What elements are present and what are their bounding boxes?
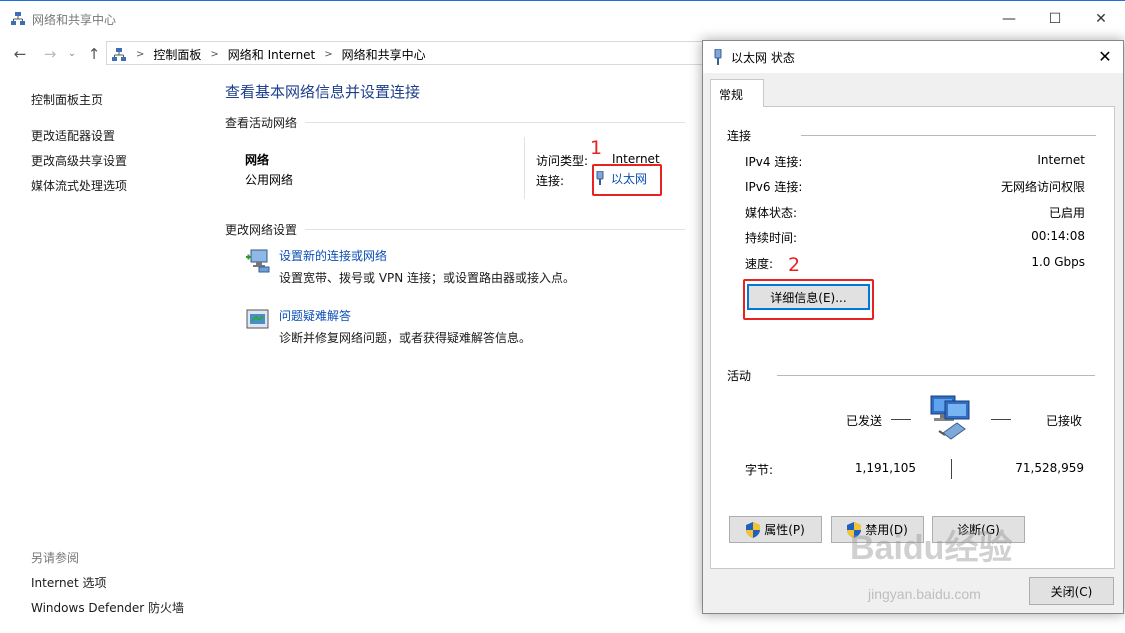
media-streaming-options-link[interactable]: 媒体流式处理选项 (31, 177, 221, 202)
active-networks-label: 查看活动网络 (225, 116, 298, 130)
ipv6-label: IPv6 连接: (745, 180, 803, 194)
bytes-sent-value: 1,191,105 (854, 461, 916, 475)
maximize-button[interactable]: ☐ (1032, 7, 1078, 31)
close-button[interactable]: ✕ (1078, 7, 1124, 31)
chevron-right-icon[interactable]: > (136, 49, 144, 60)
internet-options-link[interactable]: Internet 选项 (31, 574, 221, 599)
close-dialog-button[interactable]: 关闭(C) (1029, 577, 1114, 605)
annotation-number-1: 1 (590, 137, 603, 159)
chevron-right-icon[interactable]: > (324, 49, 332, 60)
duration-label: 持续时间: (745, 231, 798, 245)
ipv4-label: IPv4 连接: (745, 155, 803, 169)
window-title: 网络和共享中心 (32, 13, 117, 27)
left-navigation: 控制面板主页 更改适配器设置 更改高级共享设置 媒体流式处理选项 (31, 91, 221, 202)
bytes-divider (951, 459, 952, 479)
media-state-value: 已启用 (1048, 206, 1085, 220)
breadcrumb-network-internet[interactable]: 网络和 Internet (228, 46, 315, 63)
annotation-box-2 (743, 279, 874, 320)
annotation-number-2: 2 (788, 254, 801, 276)
sent-line (891, 419, 911, 420)
network-activity-icon (930, 395, 970, 440)
divider (305, 229, 686, 230)
property-row: IPv6 连接: 无网络访问权限 (745, 178, 1085, 196)
network-name: 网络 (245, 153, 270, 167)
setup-new-connection-desc: 设置宽带、拨号或 VPN 连接；或设置路由器或接入点。 (279, 271, 576, 285)
sent-label: 已发送 (846, 414, 883, 428)
back-arrow-icon[interactable]: ← (10, 45, 30, 63)
title-bar: 网络和共享中心 — ☐ ✕ (0, 1, 1125, 37)
properties-button[interactable]: 属性(P) (729, 516, 822, 543)
forward-arrow-icon[interactable]: → (40, 45, 60, 63)
troubleshoot-desc: 诊断并修复网络问题，或者获得疑难解答信息。 (279, 331, 532, 345)
uac-shield-icon (746, 521, 761, 538)
see-also: 另请参阅 Internet 选项 Windows Defender 防火墙 (31, 549, 221, 624)
divider (305, 122, 686, 123)
connection-group-header: 连接 (727, 127, 1097, 144)
chevron-right-icon[interactable]: > (210, 49, 218, 60)
divider (801, 135, 1097, 136)
received-line (991, 419, 1011, 420)
dialog-title-bar: 以太网 状态 ✕ (703, 41, 1123, 73)
active-networks-header: 查看活动网络 (225, 114, 686, 131)
new-connection-icon (246, 249, 270, 273)
breadcrumb-control-panel[interactable]: 控制面板 (153, 46, 201, 63)
dialog-close-icon[interactable]: ✕ (1093, 45, 1117, 69)
received-label: 已接收 (1046, 414, 1083, 428)
recent-chevron-icon[interactable]: ⌄ (62, 45, 82, 63)
baidu-watermark: Baidu经验 (850, 529, 1013, 567)
connection-group-label: 连接 (727, 129, 752, 143)
property-row: 媒体状态: 已启用 (745, 204, 1085, 222)
activity-group-header: 活动 (727, 367, 1096, 384)
ipv4-value: Internet (1037, 153, 1085, 167)
control-panel-icon (112, 47, 126, 61)
address-bar[interactable]: > 控制面板 > 网络和 Internet > 网络和共享中心 (106, 41, 706, 65)
change-advanced-sharing-link[interactable]: 更改高级共享设置 (31, 152, 221, 177)
troubleshoot-icon (246, 309, 269, 329)
change-settings-label: 更改网络设置 (225, 223, 298, 237)
bytes-label: 字节: (745, 463, 774, 477)
change-adapter-settings-link[interactable]: 更改适配器设置 (31, 127, 221, 152)
control-panel-home-link[interactable]: 控制面板主页 (31, 91, 221, 116)
dialog-title: 以太网 状态 (731, 51, 795, 65)
tab-general[interactable]: 常规 (710, 79, 764, 107)
page-title: 查看基本网络信息并设置连接 (225, 83, 421, 101)
general-panel: 连接 IPv4 连接: Internet IPv6 连接: 无网络访问权限 媒体… (710, 106, 1115, 569)
breadcrumb-network-sharing-center[interactable]: 网络和共享中心 (342, 46, 426, 63)
ipv6-value: 无网络访问权限 (1000, 180, 1085, 194)
speed-value: 1.0 Gbps (1031, 255, 1085, 269)
network-icon (11, 12, 25, 25)
media-state-label: 媒体状态: (745, 206, 798, 220)
windows-defender-firewall-link[interactable]: Windows Defender 防火墙 (31, 599, 221, 624)
baidu-watermark-url: jingyan.baidu.com (868, 586, 981, 602)
speed-label: 速度: (745, 257, 774, 271)
property-row: 持续时间: 00:14:08 (745, 229, 1085, 247)
troubleshoot-link[interactable]: 问题疑难解答 (279, 307, 351, 324)
activity-group-label: 活动 (727, 369, 752, 383)
change-settings-header: 更改网络设置 (225, 221, 686, 238)
bytes-received-value: 71,528,959 (1015, 461, 1084, 475)
divider (524, 137, 525, 199)
see-also-header: 另请参阅 (31, 551, 80, 565)
duration-value: 00:14:08 (1031, 229, 1085, 243)
property-row: IPv4 连接: Internet (745, 153, 1085, 171)
minimize-button[interactable]: — (986, 7, 1032, 31)
access-type-label: 访问类型: (536, 154, 589, 168)
up-arrow-icon[interactable]: ↑ (84, 45, 104, 63)
setup-new-connection-link[interactable]: 设置新的连接或网络 (279, 247, 387, 264)
breadcrumb: > 控制面板 > 网络和 Internet > 网络和共享中心 (111, 46, 426, 63)
network-type: 公用网络 (245, 173, 294, 187)
connection-label: 连接: (536, 174, 565, 188)
divider (777, 375, 1096, 376)
annotation-box-1 (592, 164, 662, 196)
ethernet-icon (714, 49, 722, 65)
screen: 网络和共享中心 — ☐ ✕ ← → ⌄ ↑ > 控制面板 > 网络和 Inter… (0, 0, 1125, 633)
properties-button-label: 属性(P) (764, 523, 805, 537)
